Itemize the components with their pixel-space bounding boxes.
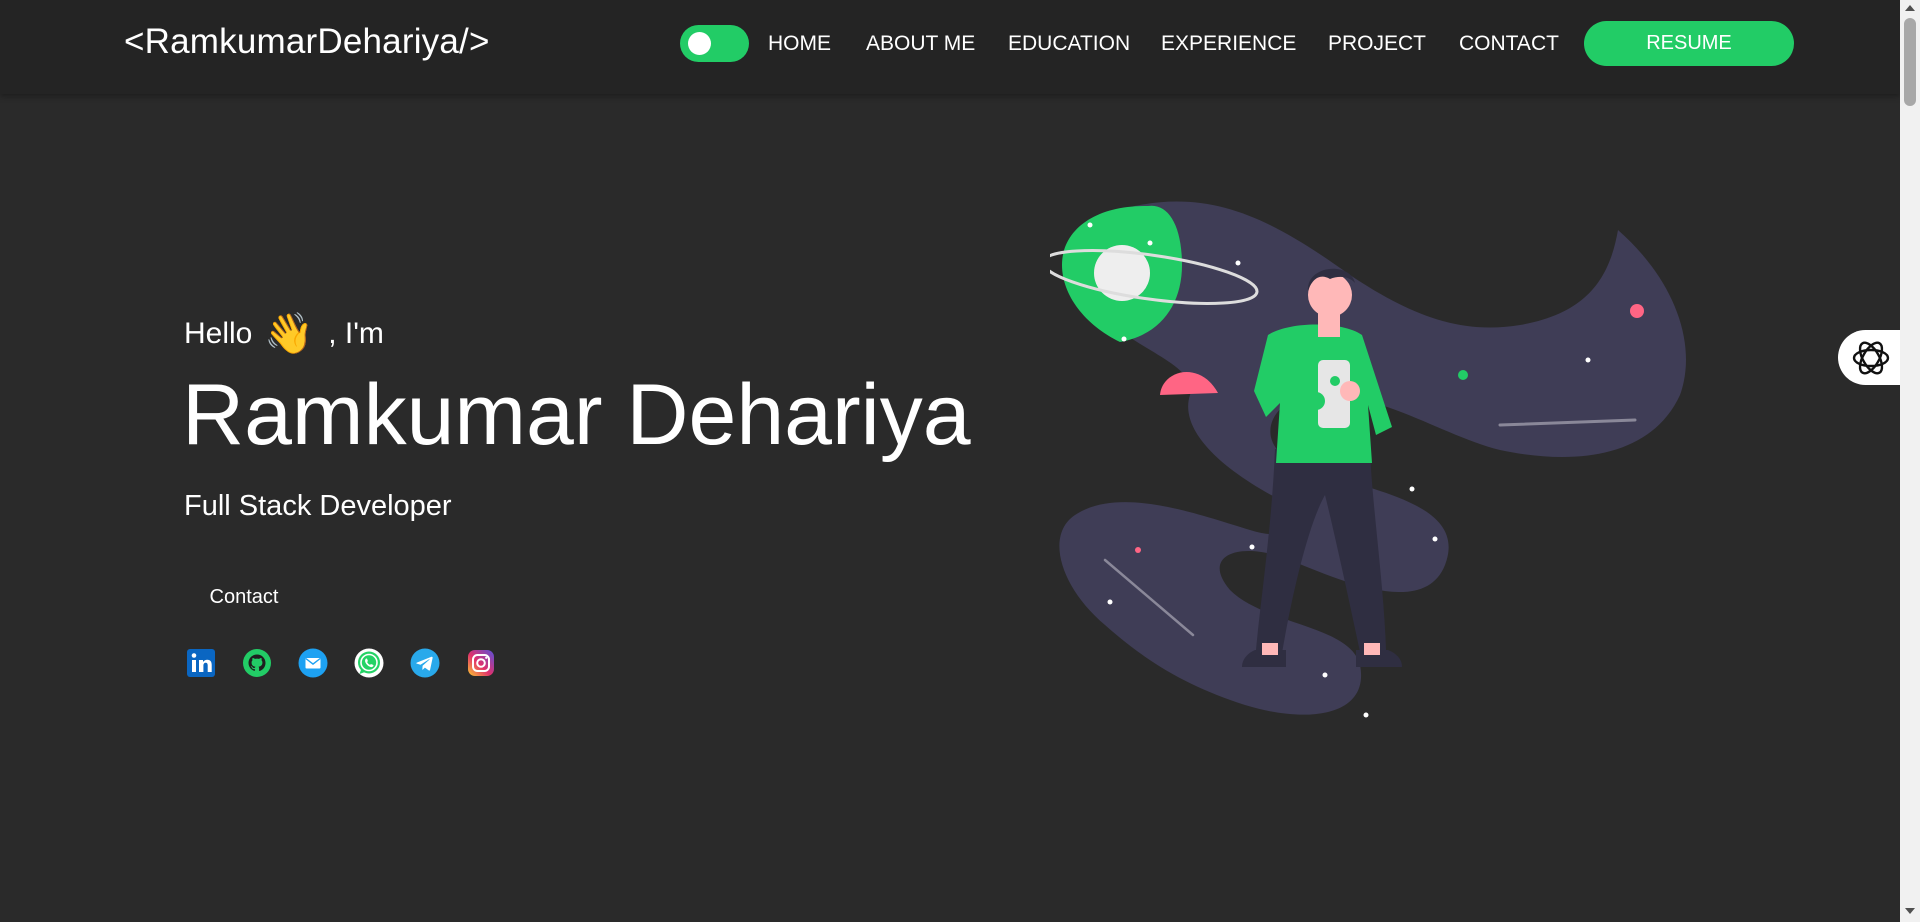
space-developer-illustration xyxy=(1050,201,1687,718)
scroll-thumb[interactable] xyxy=(1904,18,1916,106)
waving-hand-icon: 👋 xyxy=(264,312,315,356)
nav-link-experience[interactable]: EXPERIENCE xyxy=(1161,32,1296,56)
nav-link-project[interactable]: PROJECT xyxy=(1328,32,1426,56)
navbar: <RamkumarDehariya/> HOME ABOUT ME EDUCAT… xyxy=(0,0,1900,94)
telegram-icon[interactable] xyxy=(410,648,440,678)
page-scrollbar[interactable] xyxy=(1900,0,1920,922)
instagram-icon[interactable] xyxy=(466,648,496,678)
nav-link-contact[interactable]: CONTACT xyxy=(1459,32,1559,56)
greeting-im: , I'm xyxy=(328,316,384,350)
hero-name: Ramkumar Dehariya xyxy=(182,367,971,463)
whatsapp-icon[interactable] xyxy=(354,648,384,678)
github-icon[interactable] xyxy=(242,648,272,678)
nav-link-home[interactable]: HOME xyxy=(768,32,831,56)
nav-link-about-me[interactable]: ABOUT ME xyxy=(866,32,975,56)
ai-assistant-icon xyxy=(1852,341,1890,375)
greeting-hello: Hello xyxy=(184,316,253,350)
pink-star xyxy=(1630,304,1644,318)
site-logo[interactable]: <RamkumarDehariya/> xyxy=(124,22,490,62)
scroll-down-arrow-icon[interactable] xyxy=(1905,908,1915,914)
ai-assistant-widget[interactable] xyxy=(1838,330,1900,385)
hero-greeting: Hello 👋 , I'm xyxy=(184,310,384,357)
pink-dot xyxy=(1135,547,1141,553)
hero-role: Full Stack Developer xyxy=(184,490,452,522)
linkedin-icon[interactable] xyxy=(186,648,216,678)
social-links xyxy=(186,648,496,678)
nav-link-education[interactable]: EDUCATION xyxy=(1008,32,1130,56)
scroll-up-arrow-icon[interactable] xyxy=(1905,5,1915,11)
green-star xyxy=(1458,370,1468,380)
email-icon[interactable] xyxy=(298,648,328,678)
toggle-knob xyxy=(688,32,711,55)
theme-toggle[interactable] xyxy=(680,25,749,62)
resume-button[interactable]: RESUME xyxy=(1584,21,1794,66)
contact-button[interactable]: Contact xyxy=(184,572,304,622)
